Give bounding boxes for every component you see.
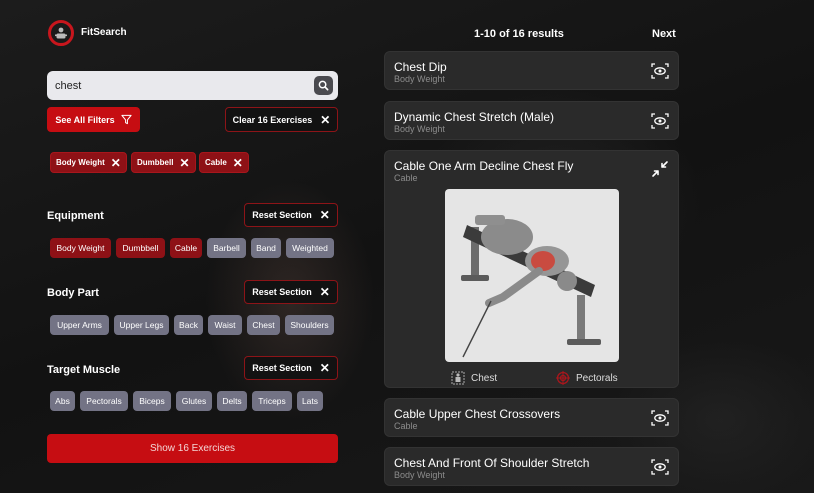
chip-glutes[interactable]: Glutes — [176, 391, 212, 411]
close-icon: ✕ — [319, 208, 330, 222]
exercise-title: Cable Upper Chest Crossovers — [394, 407, 561, 421]
see-all-filters-button[interactable]: See All Filters — [47, 107, 140, 132]
chip-abs[interactable]: Abs — [50, 391, 75, 411]
chip-cable[interactable]: Cable — [170, 238, 202, 258]
eye-icon[interactable] — [651, 112, 669, 130]
exercise-equipment: Cable — [394, 173, 418, 183]
active-filter-dumbbell[interactable]: Dumbbell ✕ — [131, 152, 196, 173]
chip-triceps[interactable]: Triceps — [252, 391, 292, 411]
target-label: Pectorals — [576, 372, 618, 384]
result-card[interactable]: Chest Dip Body Weight — [384, 51, 679, 90]
chip-chest[interactable]: Chest — [247, 315, 280, 335]
equipment-section-title: Equipment — [47, 210, 104, 222]
chip-dumbbell[interactable]: Dumbbell — [116, 238, 165, 258]
exercise-title: Chest And Front Of Shoulder Stretch — [394, 456, 590, 470]
clear-exercises-button[interactable]: Clear 16 Exercises ✕ — [225, 107, 338, 132]
active-filter-label: Cable — [205, 158, 227, 167]
reset-body-part-button[interactable]: Reset Section ✕ — [244, 280, 338, 304]
exercise-equipment: Body Weight — [394, 470, 445, 480]
close-icon: ✕ — [319, 285, 330, 299]
eye-icon[interactable] — [651, 458, 669, 476]
clear-exercises-label: Clear 16 Exercises — [232, 114, 313, 125]
chip-delts[interactable]: Delts — [217, 391, 247, 411]
chip-band[interactable]: Band — [251, 238, 281, 258]
remove-filter-icon[interactable]: ✕ — [111, 157, 121, 169]
body-part-meta: Chest — [451, 371, 497, 385]
exercise-title: Chest Dip — [394, 60, 447, 74]
active-filter-body-weight[interactable]: Body Weight ✕ — [50, 152, 127, 173]
filter-icon — [121, 114, 132, 125]
exercise-title: Cable One Arm Decline Chest Fly — [394, 159, 574, 173]
body-part-section-title: Body Part — [47, 287, 99, 299]
reset-section-label: Reset Section — [252, 363, 312, 373]
exercise-equipment: Body Weight — [394, 124, 445, 134]
results-summary: 1-10 of 16 results — [474, 28, 564, 40]
reset-section-label: Reset Section — [252, 210, 312, 220]
body-part-label: Chest — [471, 372, 498, 384]
active-filter-cable[interactable]: Cable ✕ — [199, 152, 249, 173]
body-icon — [451, 371, 465, 385]
exercise-image — [445, 189, 619, 362]
remove-filter-icon[interactable]: ✕ — [233, 157, 243, 169]
result-card[interactable]: Chest And Front Of Shoulder Stretch Body… — [384, 447, 679, 486]
exercise-illustration — [461, 215, 601, 358]
show-exercises-button[interactable]: Show 16 Exercises — [47, 434, 338, 463]
target-muscle-section-title: Target Muscle — [47, 364, 121, 376]
search-icon — [318, 80, 329, 91]
search-button[interactable] — [314, 76, 333, 95]
target-meta: Pectorals — [556, 371, 618, 385]
chip-lats[interactable]: Lats — [297, 391, 323, 411]
reset-target-muscle-button[interactable]: Reset Section ✕ — [244, 356, 338, 380]
reset-equipment-button[interactable]: Reset Section ✕ — [244, 203, 338, 227]
result-card[interactable]: Cable Upper Chest Crossovers Cable — [384, 398, 679, 437]
exercise-title: Dynamic Chest Stretch (Male) — [394, 110, 555, 124]
exercise-equipment: Cable — [394, 421, 418, 431]
chip-shoulders[interactable]: Shoulders — [285, 315, 334, 335]
collapse-icon[interactable] — [651, 160, 669, 178]
search-box — [47, 71, 338, 100]
chip-upper-legs[interactable]: Upper Legs — [114, 315, 169, 335]
next-page-link[interactable]: Next — [652, 28, 676, 40]
close-icon: ✕ — [319, 361, 330, 375]
active-filter-label: Dumbbell — [137, 158, 174, 167]
eye-icon[interactable] — [651, 62, 669, 80]
chip-biceps[interactable]: Biceps — [133, 391, 171, 411]
result-card-expanded[interactable]: Cable One Arm Decline Chest Fly Cable Ch… — [384, 150, 679, 388]
chip-waist[interactable]: Waist — [208, 315, 242, 335]
search-input[interactable] — [55, 79, 314, 92]
chip-back[interactable]: Back — [174, 315, 203, 335]
chip-weighted[interactable]: Weighted — [286, 238, 334, 258]
reset-section-label: Reset Section — [252, 287, 312, 297]
chip-upper-arms[interactable]: Upper Arms — [50, 315, 109, 335]
result-card[interactable]: Dynamic Chest Stretch (Male) Body Weight — [384, 101, 679, 140]
close-icon: ✕ — [320, 112, 331, 127]
see-all-filters-label: See All Filters — [55, 114, 115, 125]
target-icon — [556, 371, 570, 385]
eye-icon[interactable] — [651, 409, 669, 427]
chip-barbell[interactable]: Barbell — [207, 238, 246, 258]
fitsearch-logo-icon[interactable] — [48, 20, 74, 46]
app-name: FitSearch — [81, 27, 127, 38]
active-filter-label: Body Weight — [56, 158, 105, 167]
chip-body-weight[interactable]: Body Weight — [50, 238, 111, 258]
chip-pectorals[interactable]: Pectorals — [80, 391, 128, 411]
exercise-equipment: Body Weight — [394, 74, 445, 84]
remove-filter-icon[interactable]: ✕ — [179, 157, 189, 169]
